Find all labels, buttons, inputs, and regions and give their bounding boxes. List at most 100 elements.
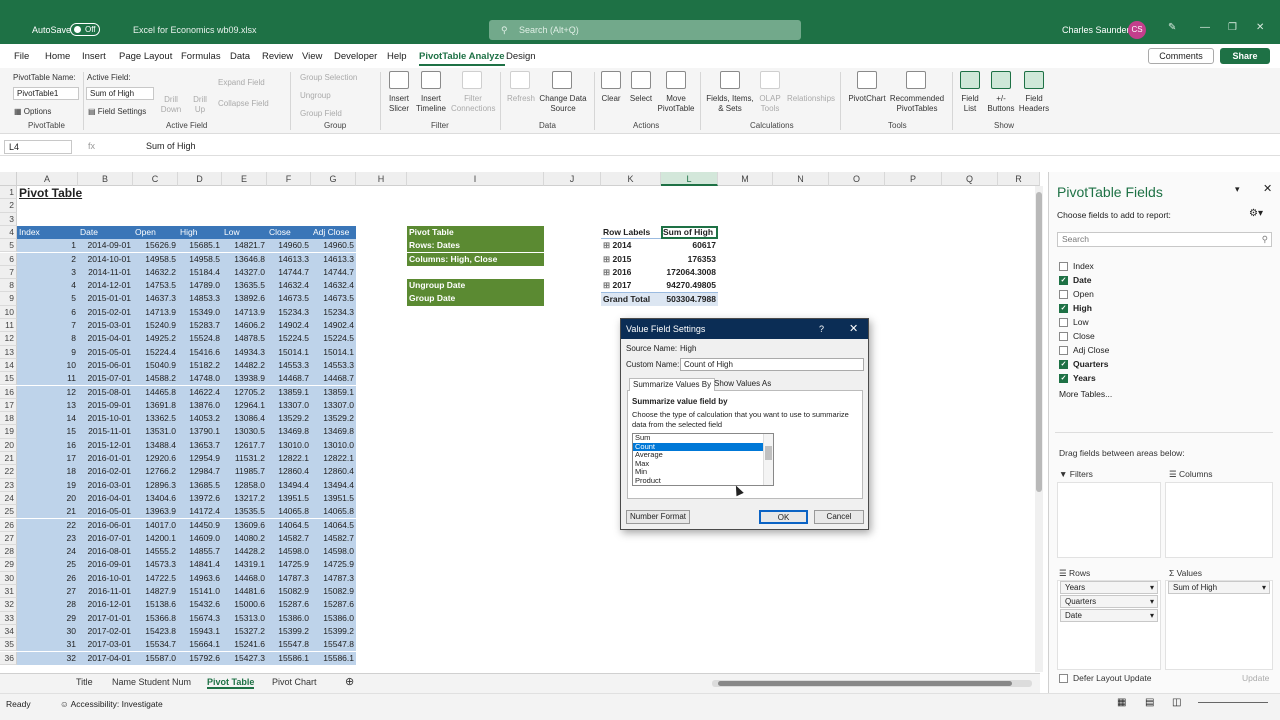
table-cell[interactable]: 2017-04-01	[78, 651, 133, 665]
table-cell[interactable]: 14748.0	[178, 372, 222, 386]
field-checkbox[interactable]	[1059, 262, 1068, 272]
table-cell[interactable]: 12617.7	[222, 438, 267, 452]
table-cell[interactable]: 14553.3	[311, 358, 356, 373]
table-cell[interactable]: 14598.0	[311, 545, 356, 559]
row-header[interactable]: 8	[0, 279, 17, 293]
field-checkbox[interactable]	[1059, 318, 1068, 328]
table-cell[interactable]: 13404.6	[133, 491, 178, 506]
rows-item-date[interactable]: Date	[1060, 609, 1158, 622]
table-cell[interactable]: 5	[17, 292, 78, 306]
table-cell[interactable]: 14613.3	[267, 252, 311, 266]
table-cell[interactable]: 13653.7	[178, 438, 222, 452]
summarize-function-list[interactable]: Sum Count Average Max Min Product	[632, 433, 774, 486]
row-header[interactable]: 24	[0, 491, 17, 506]
row-header[interactable]: 36	[0, 651, 17, 665]
select-button[interactable]: Select	[627, 94, 655, 104]
table-cell[interactable]: 15792.6	[178, 651, 222, 665]
table-cell[interactable]: 14821.7	[222, 239, 267, 253]
insert-slicer-icon[interactable]	[389, 71, 409, 89]
table-cell[interactable]: 13876.0	[178, 398, 222, 413]
table-cell[interactable]: 13972.6	[178, 491, 222, 506]
table-cell[interactable]: 15586.1	[311, 651, 356, 665]
pivot-value-cell[interactable]: 176353	[661, 253, 718, 266]
table-cell[interactable]: 13	[17, 398, 78, 413]
table-cell[interactable]: 13859.1	[311, 385, 356, 399]
table-cell[interactable]: 14958.5	[133, 252, 178, 266]
column-header-d[interactable]: D	[178, 172, 222, 186]
fx-icon[interactable]: fx	[88, 141, 95, 151]
pane-close-icon[interactable]: ✕	[1263, 182, 1272, 195]
pivot-row-labels-header[interactable]: Row Labels	[601, 226, 661, 240]
table-cell[interactable]: 15349.0	[178, 305, 222, 319]
table-cell[interactable]: 14853.3	[178, 292, 222, 306]
table-cell[interactable]: 2015-01-01	[78, 292, 133, 306]
table-cell[interactable]: 13938.9	[222, 372, 267, 386]
table-cell[interactable]: 2015-03-01	[78, 319, 133, 333]
table-cell[interactable]: 13963.9	[133, 505, 178, 519]
pivotchart-button[interactable]: PivotChart	[846, 94, 888, 104]
table-cell[interactable]: 14613.3	[311, 252, 356, 266]
pivot-row-label[interactable]: ⊞ 2014	[601, 239, 661, 252]
table-cell[interactable]: 13892.6	[222, 292, 267, 306]
pivotchart-icon[interactable]	[857, 71, 877, 89]
pivot-name-input[interactable]: PivotTable1	[13, 87, 79, 100]
field-checkbox[interactable]: ✓	[1059, 374, 1068, 384]
table-cell[interactable]: 28	[17, 598, 78, 612]
field-item-date[interactable]: ✓ Date	[1059, 274, 1091, 286]
table-cell[interactable]: 13951.5	[267, 491, 311, 506]
note-cell[interactable]: Pivot Table	[407, 225, 544, 240]
table-cell[interactable]: 14064.5	[311, 518, 356, 532]
horizontal-scrollbar[interactable]	[712, 680, 1032, 687]
table-cell[interactable]: 6	[17, 305, 78, 319]
list-scroll-thumb[interactable]	[765, 446, 772, 460]
column-header-b[interactable]: B	[78, 172, 133, 186]
table-cell[interactable]: 15040.9	[133, 358, 178, 373]
table-cell[interactable]: 2014-12-01	[78, 279, 133, 293]
tab-file[interactable]: File	[14, 51, 29, 62]
row-header[interactable]: 22	[0, 465, 17, 479]
table-cell[interactable]: 2015-02-01	[78, 305, 133, 319]
table-cell[interactable]: 15587.0	[133, 651, 178, 665]
table-cell[interactable]: 14855.7	[178, 545, 222, 559]
row-header[interactable]: 34	[0, 624, 17, 639]
table-cell[interactable]: 2017-02-01	[78, 624, 133, 639]
table-cell[interactable]: 14722.5	[133, 571, 178, 585]
column-header-j[interactable]: J	[544, 172, 601, 186]
table-cell[interactable]: 16	[17, 438, 78, 452]
group-field-button[interactable]: Group Field	[300, 109, 342, 118]
insert-slicer-button[interactable]: Insert Slicer	[383, 94, 415, 114]
table-cell[interactable]: 14963.6	[178, 571, 222, 585]
table-cell[interactable]: 15943.1	[178, 624, 222, 639]
field-item-years[interactable]: ✓ Years	[1059, 372, 1096, 384]
table-cell[interactable]: 2014-10-01	[78, 252, 133, 266]
table-cell[interactable]: 14925.2	[133, 332, 178, 346]
tab-view[interactable]: View	[302, 51, 322, 62]
row-header[interactable]: 21	[0, 452, 17, 466]
table-cell[interactable]: 13529.2	[311, 412, 356, 426]
column-header-h[interactable]: H	[356, 172, 407, 186]
table-cell[interactable]: 15427.3	[222, 651, 267, 665]
table-cell[interactable]: 13859.1	[267, 385, 311, 399]
table-cell[interactable]: 15082.9	[267, 585, 311, 599]
active-field-input[interactable]: Sum of High	[86, 87, 154, 100]
row-header[interactable]: 15	[0, 372, 17, 386]
table-cell[interactable]: 15241.6	[222, 638, 267, 652]
table-cell[interactable]: 32	[17, 651, 78, 665]
plus-minus-buttons-icon[interactable]	[991, 71, 1011, 89]
table-cell[interactable]: 15327.2	[222, 624, 267, 639]
table-cell[interactable]: 2016-07-01	[78, 531, 133, 546]
row-header[interactable]: 7	[0, 265, 17, 280]
table-cell[interactable]: 14468.7	[311, 372, 356, 386]
table-cell[interactable]: 14172.4	[178, 505, 222, 519]
field-item-open[interactable]: Open	[1059, 288, 1094, 300]
table-cell[interactable]: 9	[17, 345, 78, 359]
pivot-grand-total-value[interactable]: 503304.7988	[661, 292, 718, 306]
sheet-tab-name-student-num[interactable]: Name Student Num	[112, 677, 191, 687]
tab-help[interactable]: Help	[387, 51, 407, 62]
table-cell[interactable]: 13488.4	[133, 438, 178, 452]
table-cell[interactable]: 12860.4	[311, 465, 356, 479]
field-checkbox[interactable]: ✓	[1059, 360, 1068, 370]
table-cell[interactable]: 2016-04-01	[78, 491, 133, 506]
filters-area[interactable]	[1057, 482, 1161, 558]
pane-options-icon[interactable]: ▾	[1235, 184, 1240, 195]
